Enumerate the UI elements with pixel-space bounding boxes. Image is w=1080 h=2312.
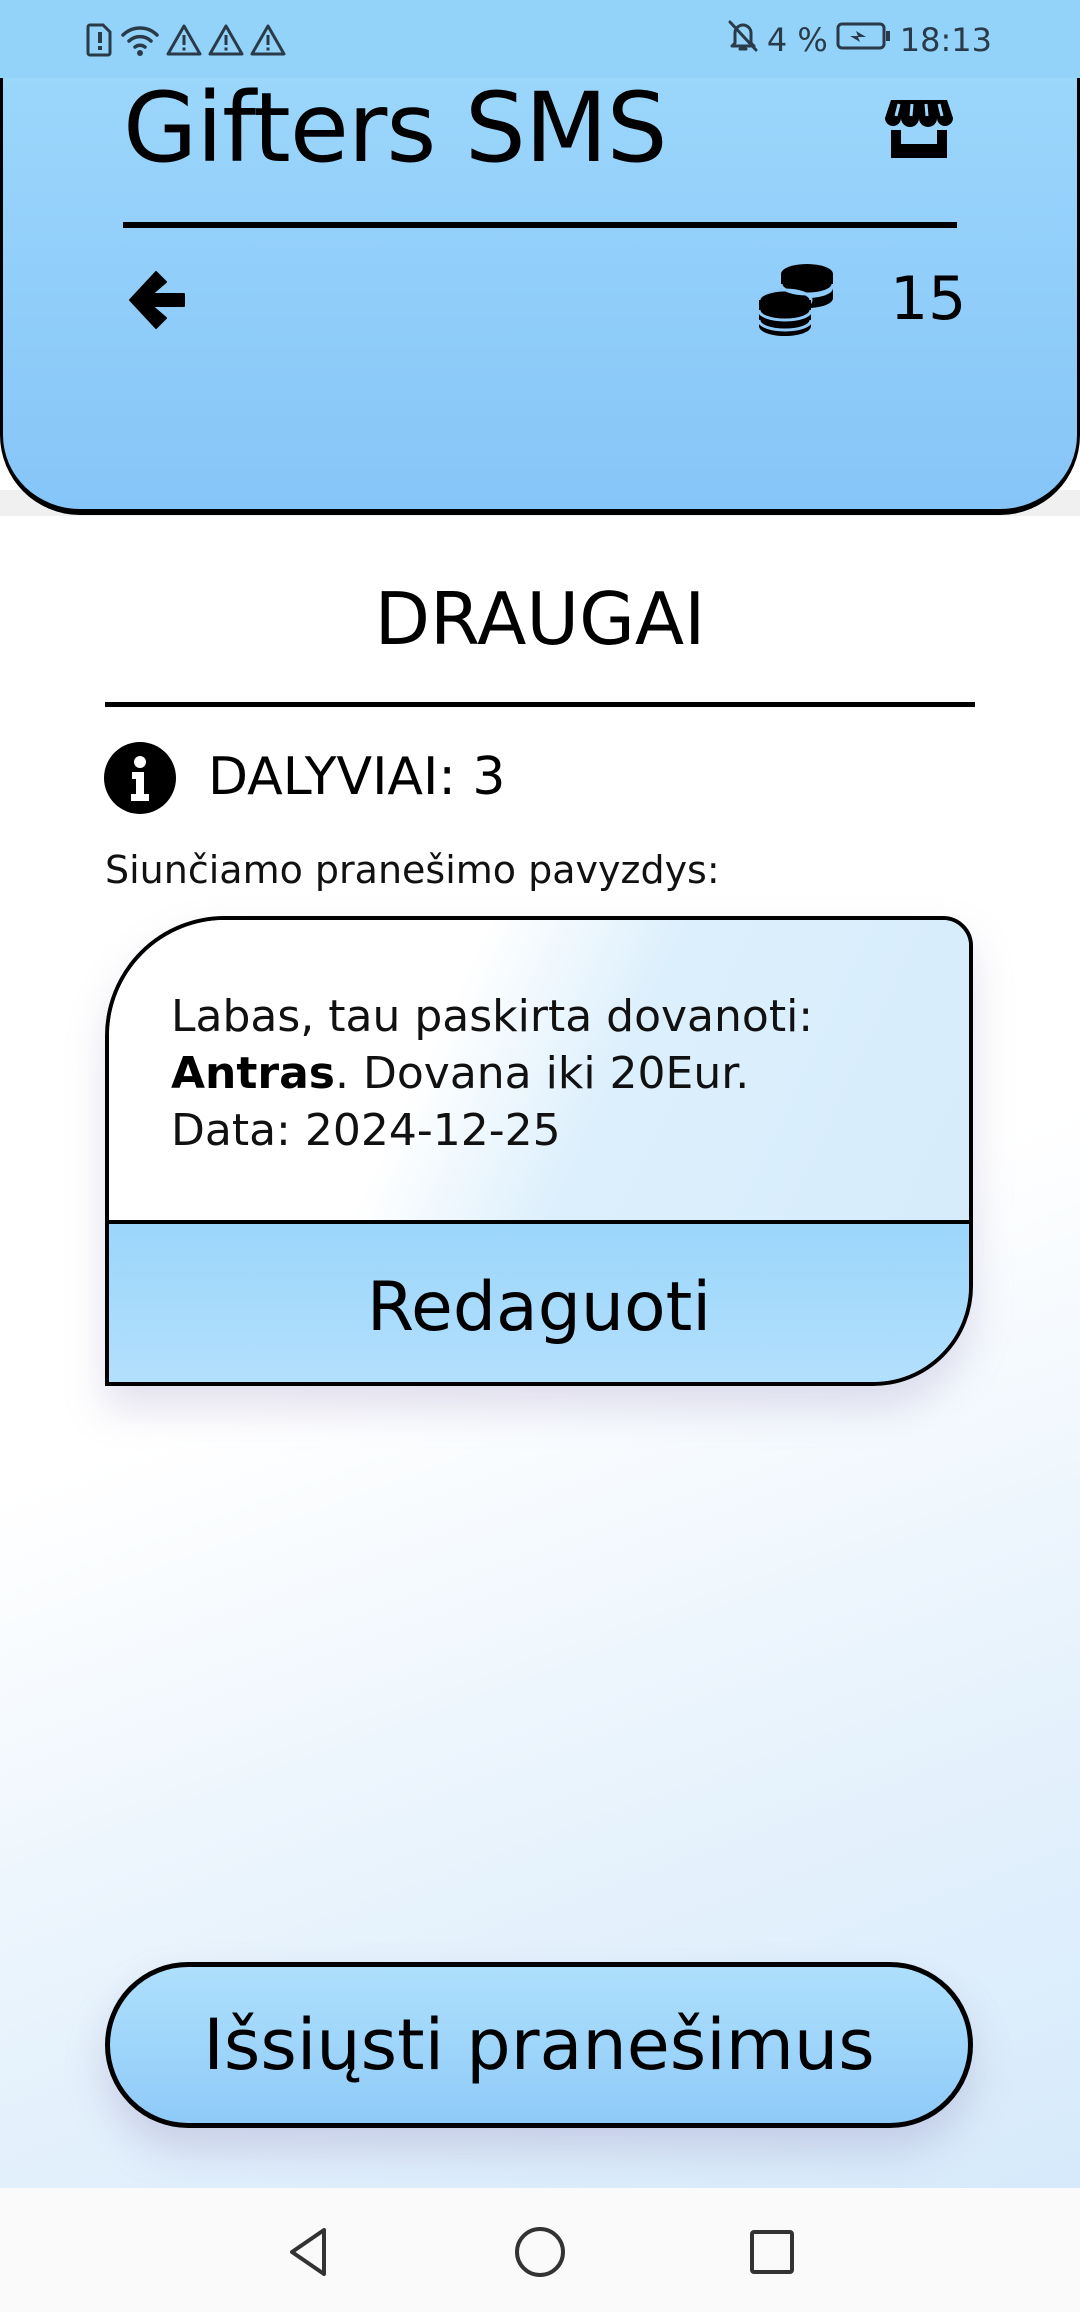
recipient-name: Antras — [171, 1048, 335, 1099]
message-line-2-rest: . Dovana iki 20Eur. — [335, 1048, 750, 1099]
info-icon[interactable] — [104, 742, 176, 814]
status-left-icons — [86, 18, 286, 62]
wifi-icon — [120, 23, 160, 57]
message-preview-card: Labas, tau paskirta dovanoti: Antras. Do… — [105, 916, 973, 1386]
status-right: 4 % 18:13 — [727, 18, 992, 62]
system-nav-bar — [0, 2188, 1080, 2312]
warning-icon — [166, 23, 202, 57]
nav-home-icon[interactable] — [512, 2224, 568, 2280]
warning-icon — [250, 23, 286, 57]
coins-icon — [757, 260, 835, 336]
participants-count: DALYVIAI: 3 — [208, 747, 506, 807]
status-bar: 4 % 18:13 — [0, 0, 1080, 80]
message-preview-body: Labas, tau paskirta dovanoti: Antras. Do… — [109, 920, 969, 1224]
message-line-3: Data: 2024-12-25 — [171, 1105, 561, 1156]
nav-recent-icon[interactable] — [744, 2224, 800, 2280]
section-title: DRAUGAI — [374, 577, 706, 661]
nav-back-icon[interactable] — [280, 2224, 336, 2280]
message-line-1: Labas, tau paskirta dovanoti: — [171, 991, 814, 1042]
header-divider — [123, 222, 957, 228]
send-messages-button[interactable]: Išsiųsti pranešimus — [105, 1962, 973, 2128]
message-preview-text: Labas, tau paskirta dovanoti: Antras. Do… — [171, 988, 813, 1159]
back-arrow-icon[interactable] — [122, 268, 188, 332]
edit-button[interactable]: Redaguoti — [109, 1224, 969, 1382]
section-divider — [105, 702, 975, 707]
message-line-2: Antras. Dovana iki 20Eur. — [171, 1045, 813, 1102]
warning-icon — [208, 23, 244, 57]
coins-count: 15 — [890, 264, 967, 334]
battery-charging-icon — [836, 21, 892, 59]
clock: 18:13 — [899, 21, 992, 59]
sim-alert-icon — [86, 23, 114, 57]
mute-icon — [727, 19, 759, 61]
store-icon[interactable] — [885, 96, 953, 160]
battery-percent: 4 % — [766, 21, 828, 59]
preview-label: Siunčiamo pranešimo pavyzdys: — [105, 848, 720, 892]
app-title: Gifters SMS — [123, 72, 668, 184]
